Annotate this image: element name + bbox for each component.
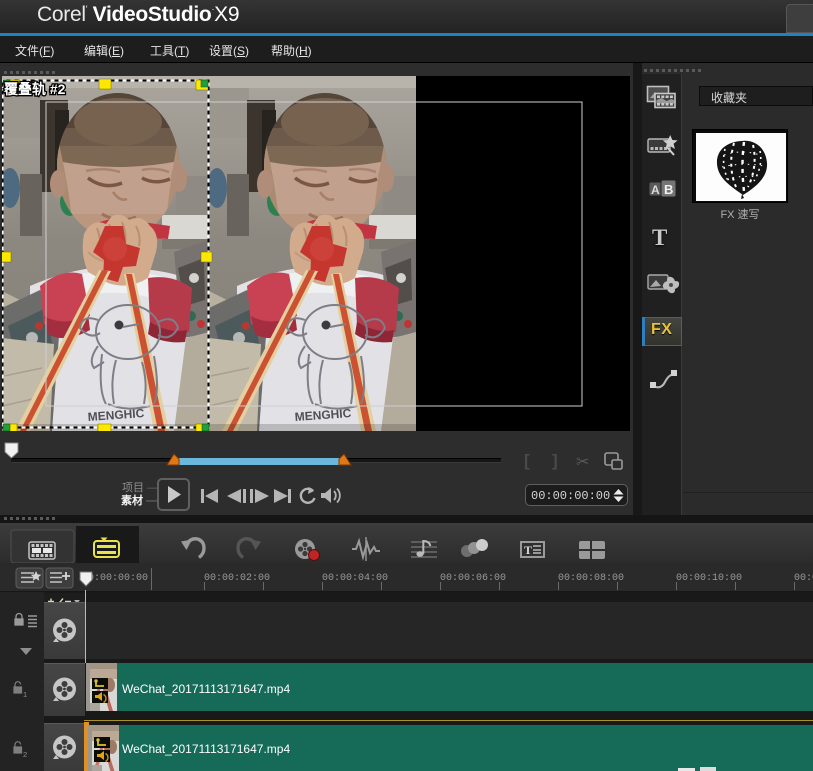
svg-text:00:00:08:00: 00:00:08:00: [558, 573, 624, 584]
svg-text:00:00:04:00: 00:00:04:00: [322, 573, 388, 584]
svg-text:1: 1: [23, 690, 27, 699]
svg-text:2: 2: [23, 750, 27, 759]
svg-text:0:00:00:00: 0:00:00:00: [88, 573, 148, 584]
svg-text:00:00:10:00: 00:00:10:00: [676, 573, 742, 584]
svg-text:T: T: [524, 543, 532, 557]
svg-text:00:00:06:00: 00:00:06:00: [440, 573, 506, 584]
svg-text:覆叠轨 #2: 覆叠轨 #2: [4, 81, 66, 97]
svg-text:A: A: [651, 183, 660, 197]
svg-text:B: B: [664, 182, 673, 197]
svg-text:00:0: 00:0: [794, 573, 813, 584]
svg-text:00:00:02:00: 00:00:02:00: [204, 573, 270, 584]
